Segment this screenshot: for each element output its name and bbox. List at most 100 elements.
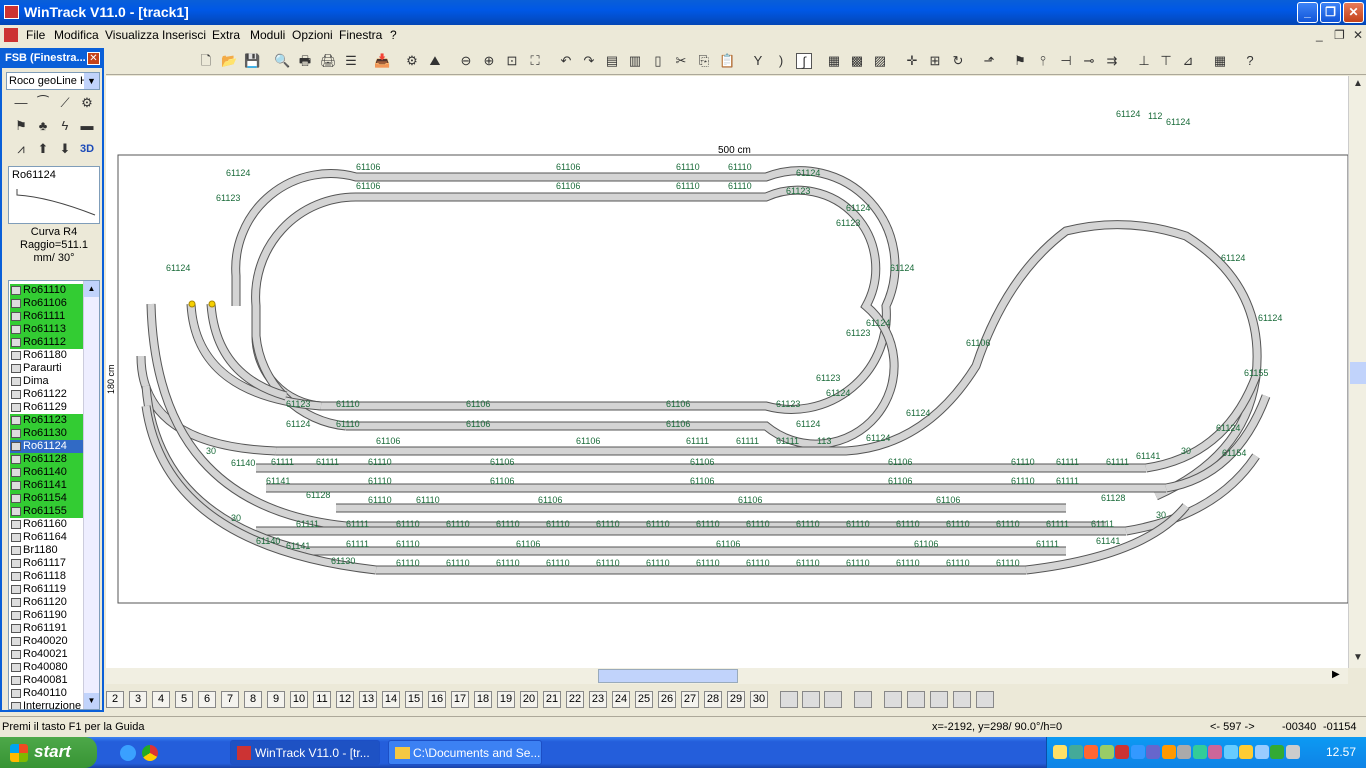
signal-tool-icon[interactable]: ⚑ xyxy=(1012,53,1028,69)
layer-tab-19[interactable]: 19 xyxy=(497,691,515,708)
list-item[interactable]: Paraurti xyxy=(10,362,84,375)
ungroup-icon[interactable]: ▨ xyxy=(872,53,888,69)
close-button[interactable]: ✕ xyxy=(1343,2,1364,23)
tray-icon[interactable] xyxy=(1254,745,1269,759)
list-item[interactable]: Ro61106 xyxy=(10,297,84,310)
switch-track-icon[interactable]: ⟋ xyxy=(56,94,74,112)
curve-track-icon[interactable]: ⁀ xyxy=(34,94,52,112)
parts-list-scrollbar[interactable]: ▲ ▼ xyxy=(83,281,99,709)
page-1-icon[interactable] xyxy=(884,691,902,708)
move-icon[interactable]: ✛ xyxy=(904,53,920,69)
save-icon[interactable]: 💾 xyxy=(244,53,260,69)
layer-off-icon[interactable] xyxy=(824,691,842,708)
list-item[interactable]: Ro61190 xyxy=(10,609,84,622)
layer-tab-8[interactable]: 8 xyxy=(244,691,262,708)
layer-tab-4[interactable]: 4 xyxy=(152,691,170,708)
library-select[interactable]: Roco geoLine H ▼ xyxy=(6,72,100,90)
layer-tab-16[interactable]: 16 xyxy=(428,691,446,708)
upper-loop-outer[interactable] xyxy=(251,166,900,414)
vertical-scrollbar[interactable]: ▲ ▼ xyxy=(1348,76,1366,668)
menu-moduli[interactable]: Moduli xyxy=(250,28,285,42)
electric-icon[interactable]: ϟ xyxy=(56,117,74,135)
layer-tab-20[interactable]: 20 xyxy=(520,691,538,708)
scroll-thumb[interactable] xyxy=(1350,362,1366,384)
align-icon[interactable]: ⊞ xyxy=(927,53,943,69)
zoom-in-icon[interactable]: ⊕ xyxy=(481,53,497,69)
page-2-icon[interactable] xyxy=(907,691,925,708)
page-4-icon[interactable] xyxy=(953,691,971,708)
ie-icon[interactable] xyxy=(120,745,136,761)
straight-track-icon[interactable]: — xyxy=(12,94,30,112)
fsb-close-button[interactable]: ✕ xyxy=(87,52,100,65)
layer-tab-26[interactable]: 26 xyxy=(658,691,676,708)
ruler-icon[interactable]: ⊤ xyxy=(1158,53,1174,69)
building-icon[interactable]: ▬ xyxy=(78,117,96,135)
menu-opzioni[interactable]: Opzioni xyxy=(292,28,333,42)
copy-part-icon[interactable]: ▤ xyxy=(604,53,620,69)
scroll-right-icon[interactable]: ▶ xyxy=(1332,669,1340,680)
maximize-button[interactable]: ❐ xyxy=(1320,2,1341,23)
list-item[interactable]: Ro61140 xyxy=(10,466,84,479)
tree-icon[interactable]: ♣ xyxy=(34,117,52,135)
menu-modifica[interactable]: Modifica xyxy=(54,28,99,42)
list-item[interactable]: Dima xyxy=(10,375,84,388)
paste-icon[interactable]: 📋 xyxy=(719,53,735,69)
list-item[interactable]: Br1180 xyxy=(10,544,84,557)
tray-icon[interactable] xyxy=(1146,745,1160,759)
layer-tab-27[interactable]: 27 xyxy=(681,691,699,708)
tray-icon[interactable] xyxy=(1099,745,1114,759)
list-item[interactable]: Ro40110 xyxy=(10,687,84,700)
layer-tab-28[interactable]: 28 xyxy=(704,691,722,708)
layer-tab-18[interactable]: 18 xyxy=(474,691,492,708)
scroll-up-icon[interactable]: ▲ xyxy=(1350,76,1366,92)
list-item[interactable]: Ro40020 xyxy=(10,635,84,648)
paste-part-icon[interactable]: ▥ xyxy=(627,53,643,69)
tray-icon[interactable] xyxy=(1285,745,1300,759)
zoom-fit-icon[interactable]: ⛶ xyxy=(527,53,543,69)
track-layout[interactable]: 500 cm 180 cm 61106 61106 61110 61110 61106 611… xyxy=(106,76,1349,668)
list-item[interactable]: Ro61180 xyxy=(10,349,84,362)
list-item[interactable]: Ro61119 xyxy=(10,583,84,596)
rotate-icon[interactable]: ↻ xyxy=(950,53,966,69)
flex-track-icon[interactable]: ∫ xyxy=(796,53,812,69)
list-item[interactable]: Ro61123 xyxy=(10,414,84,427)
curve-icon[interactable]: ) xyxy=(773,53,789,69)
tray-icon[interactable] xyxy=(1115,745,1129,759)
group-icon[interactable]: ▩ xyxy=(849,53,865,69)
scroll-down-icon[interactable]: ▼ xyxy=(1350,650,1366,666)
menu-finestra[interactable]: Finestra xyxy=(339,28,382,42)
layer-tab-23[interactable]: 23 xyxy=(589,691,607,708)
list-item[interactable]: Ro61122 xyxy=(10,388,84,401)
print-icon[interactable]: 🖶 xyxy=(297,53,313,69)
chevron-down-icon[interactable]: ▼ xyxy=(84,73,99,89)
menu-inserisci[interactable]: Inserisci xyxy=(162,28,206,42)
list-item[interactable]: Ro40080 xyxy=(10,661,84,674)
cut-icon[interactable]: ✂ xyxy=(673,53,689,69)
list-item[interactable]: Ro61129 xyxy=(10,401,84,414)
layer-tab-5[interactable]: 5 xyxy=(175,691,193,708)
list-item[interactable]: Ro61154 xyxy=(10,492,84,505)
turntable-icon[interactable]: ⚙ xyxy=(78,94,96,112)
list-item[interactable]: Ro61155 xyxy=(10,505,84,518)
parts-list[interactable]: Interruzione Ro40110 Ro40081 Ro40080 Ro40021… xyxy=(8,280,100,710)
layer-tab-30[interactable]: 30 xyxy=(750,691,768,708)
turnout-icon[interactable]: ⇉ xyxy=(1104,53,1120,69)
list-item[interactable]: Ro61160 xyxy=(10,518,84,531)
layer-tab-3[interactable]: 3 xyxy=(129,691,147,708)
tray-icon[interactable] xyxy=(1084,745,1098,759)
import-icon[interactable]: 📥 xyxy=(374,53,390,69)
cut-track-icon[interactable]: ⊣ xyxy=(1058,53,1074,69)
layer-tab-24[interactable]: 24 xyxy=(612,691,630,708)
help-icon[interactable]: ? xyxy=(1242,53,1258,69)
list-item[interactable]: Ro61113 xyxy=(10,323,84,336)
mdi-restore-button[interactable]: ❐ xyxy=(1334,28,1345,42)
delete-icon[interactable]: ▯ xyxy=(650,53,666,69)
horizontal-scrollbar[interactable]: ▶ xyxy=(106,668,1348,684)
list-item[interactable]: Ro61117 xyxy=(10,557,84,570)
height-icon[interactable]: ⬏ xyxy=(981,53,997,69)
minimize-button[interactable]: _ xyxy=(1297,2,1318,23)
chrome-icon[interactable] xyxy=(142,745,158,761)
layer-tab-10[interactable]: 10 xyxy=(290,691,308,708)
3d-view-icon[interactable]: 3D xyxy=(78,140,96,158)
layers-icon[interactable] xyxy=(780,691,798,708)
